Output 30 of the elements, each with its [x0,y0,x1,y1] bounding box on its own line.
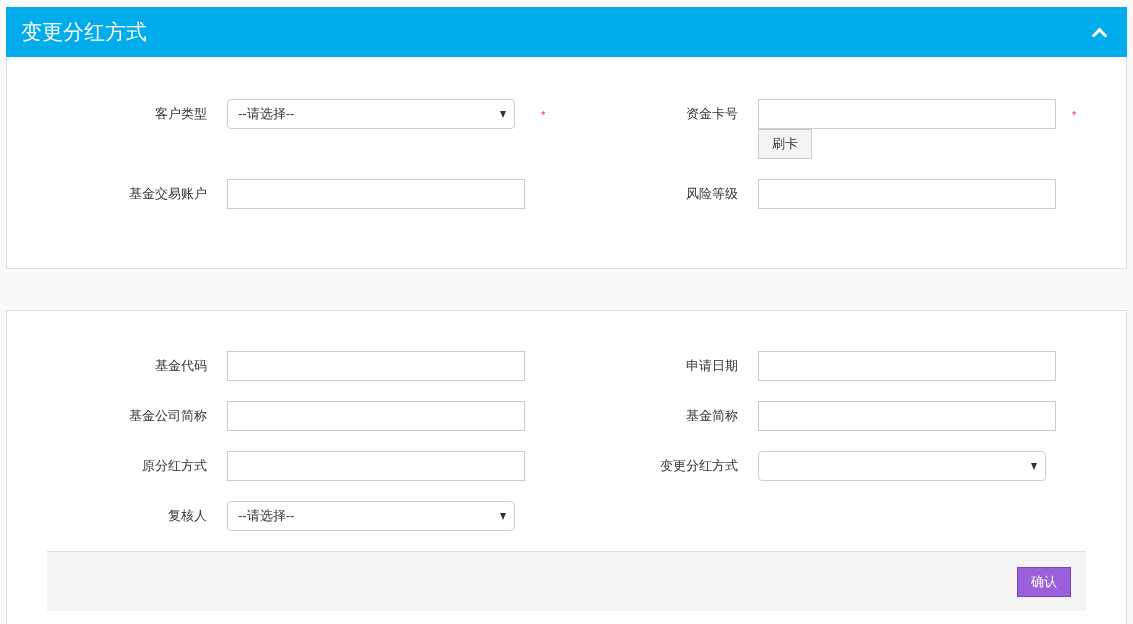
field-label: 客户类型 [154,105,208,123]
input-field[interactable] [227,451,525,481]
input-field[interactable] [227,179,525,209]
field-label: 资金卡号 [685,105,739,123]
field-label: 基金交易账户 [128,185,208,203]
field-label: 基金简称 [685,407,739,425]
caret-icon [500,110,506,118]
field-label: 基金公司简称 [128,407,208,425]
confirm-button[interactable]: 确认 [1017,566,1071,597]
caret-icon [500,512,506,520]
field-label: 风险等级 [685,185,739,203]
dropdown[interactable]: --请选择-- [227,501,515,531]
field-label: 变更分红方式 [659,457,739,475]
input-field[interactable] [758,179,1056,209]
input-field[interactable] [758,351,1056,381]
field-label: 申请日期 [685,357,739,375]
field-label: 基金代码 [154,357,208,375]
swipe-card-button[interactable]: 刷卡 [758,129,812,159]
field-label: 原分红方式 [141,457,208,475]
input-field[interactable] [758,401,1056,431]
dropdown[interactable]: --请选择-- [227,99,515,129]
required-mark: * [1072,109,1077,121]
panel-title: 变更分红方式 [21,19,147,45]
dropdown[interactable] [758,451,1046,481]
input-field[interactable] [758,99,1056,129]
caret-icon [1031,462,1037,470]
input-field[interactable] [227,401,525,431]
field-label: 复核人 [167,507,208,525]
required-mark: * [541,109,546,121]
input-field[interactable] [227,351,525,381]
